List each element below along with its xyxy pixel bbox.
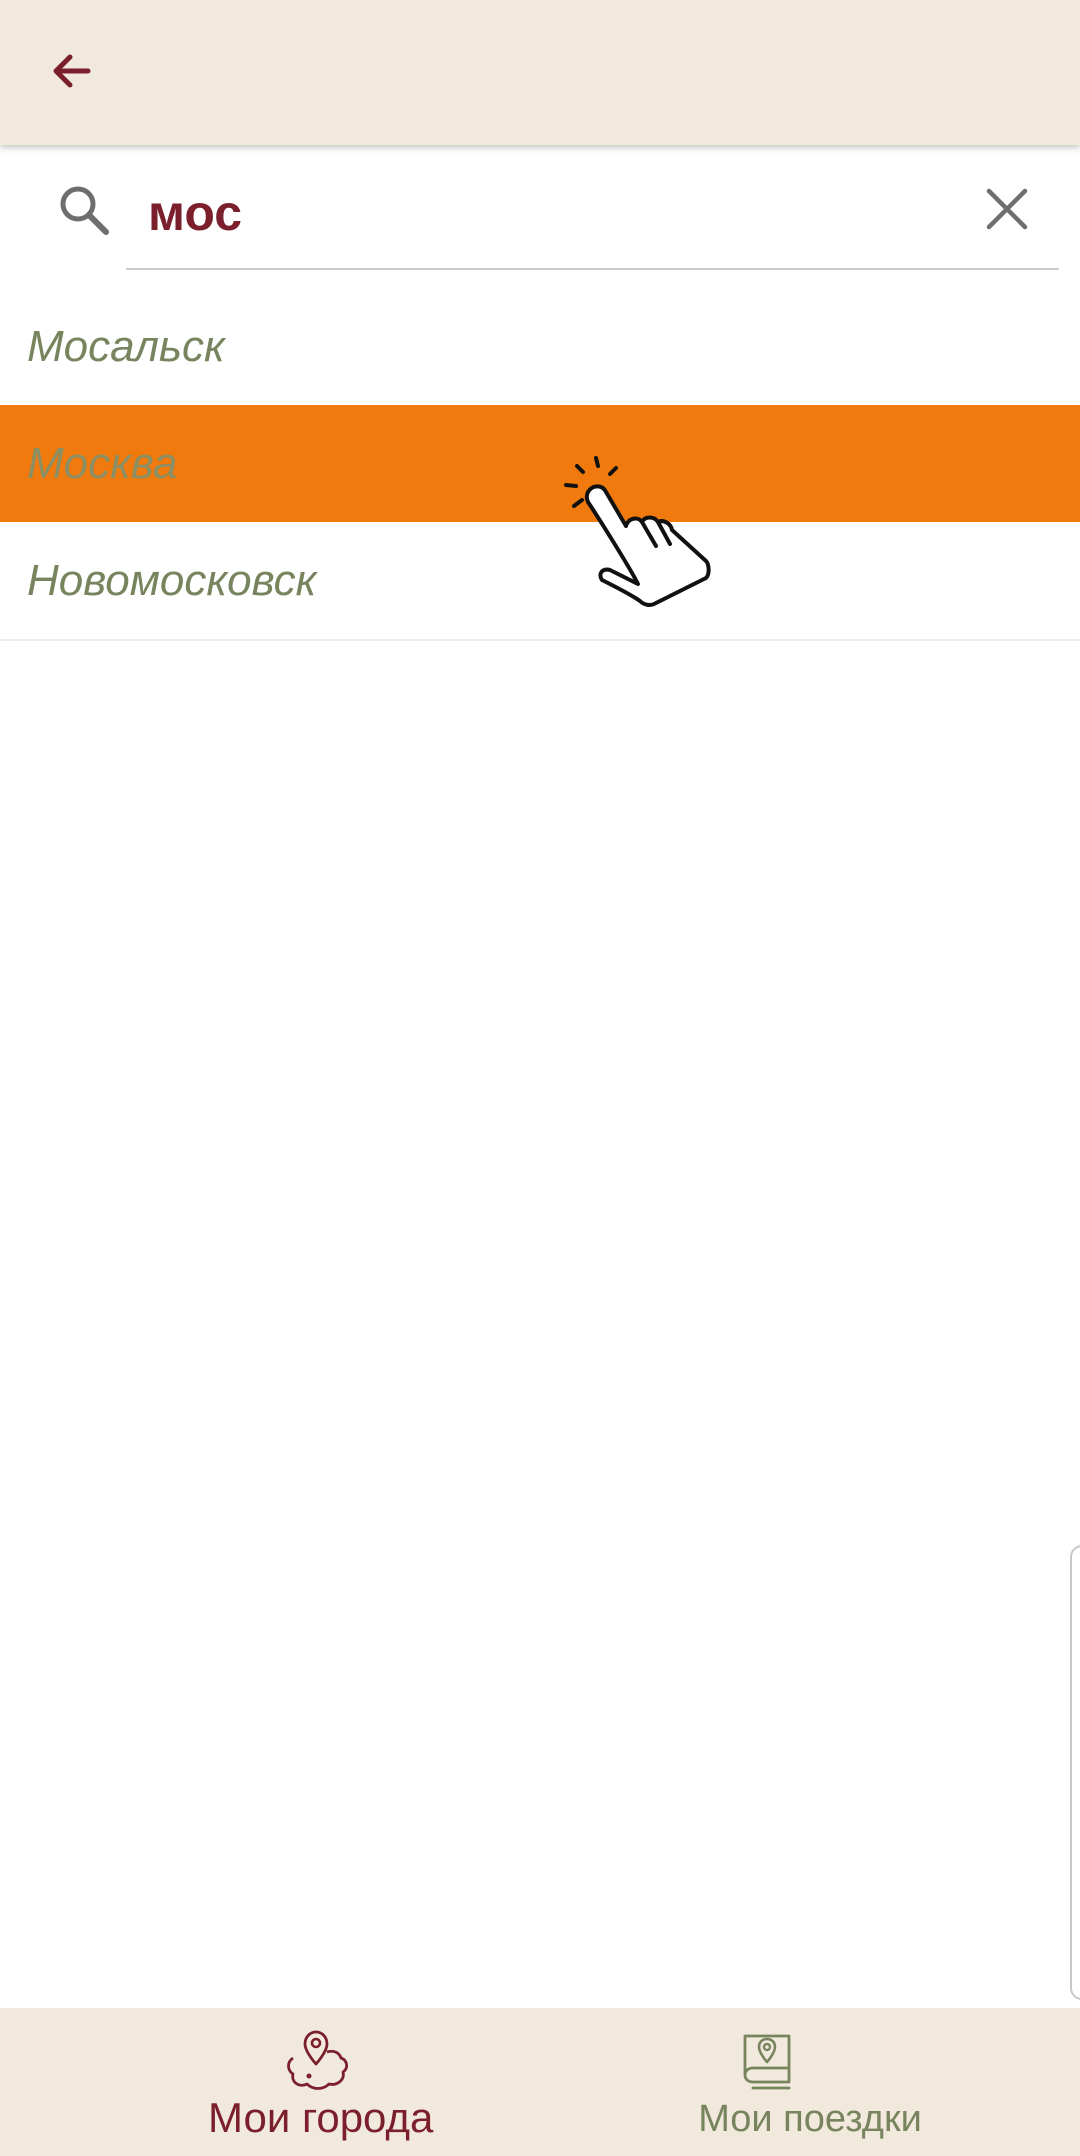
list-divider [0,639,1080,641]
close-icon [986,188,1028,230]
search-input[interactable] [148,178,928,248]
clear-search-button[interactable] [976,178,1038,240]
search-underline [126,268,1059,270]
city-result-item[interactable]: Новомосковск [0,522,1080,639]
search-bar [0,150,1080,270]
back-button[interactable] [36,35,108,107]
city-result-item-selected[interactable]: Москва [0,405,1080,522]
city-results-list: Мосальск Москва Новомосковск [0,288,1080,641]
city-result-item[interactable]: Мосальск [0,288,1080,405]
city-result-label: Мосальск [27,321,225,371]
city-result-label: Новомосковск [27,555,317,605]
nav-label-my-trips: Мои поездки [698,2098,922,2140]
tap-gesture-hand-icon [564,456,711,607]
top-app-bar [0,0,1080,145]
arrow-left-icon [53,54,91,88]
city-map-pin-icon [287,2030,348,2090]
nav-item-my-trips[interactable]: Мои поездки [540,2008,1080,2156]
search-icon [60,186,109,235]
trip-book-icon [743,2034,791,2090]
nav-label-my-cities: Мои города [208,2094,434,2141]
side-panel-handle[interactable] [1070,1545,1080,2000]
bottom-navigation: Мои города Мои поездки [0,2008,1080,2156]
nav-item-my-cities[interactable]: Мои города [0,2008,540,2156]
city-result-label: Москва [27,438,178,488]
